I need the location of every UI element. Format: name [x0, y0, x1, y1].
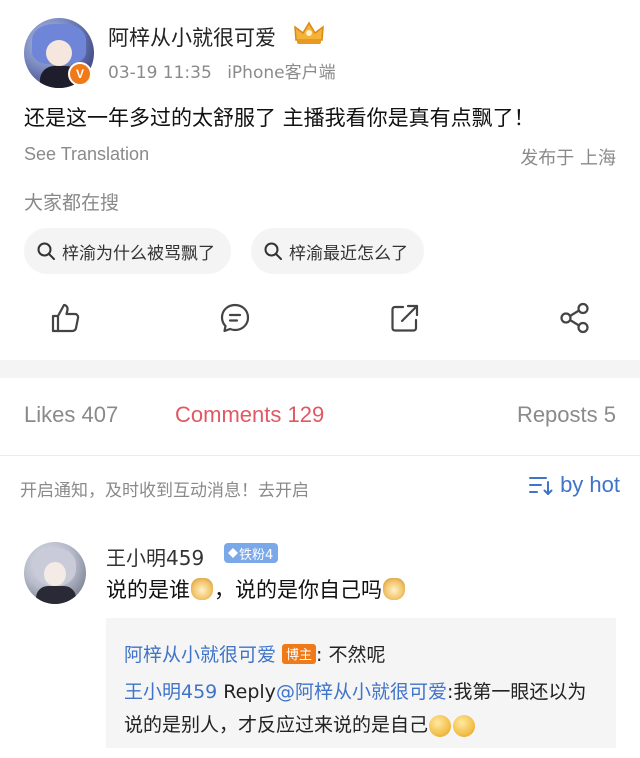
sort-label: by hot [560, 472, 620, 497]
doge-emoji-icon [191, 578, 213, 600]
reply-author[interactable]: 王小明459 [124, 681, 217, 703]
post-client: iPhone客户端 [227, 63, 336, 83]
fan-badge-label: 铁粉4 [239, 547, 274, 563]
post-action-bar [0, 300, 640, 340]
notification-prompt[interactable]: 开启通知，及时收到互动消息！去开启 [20, 476, 309, 501]
search-chip-label: 梓渝最近怎么了 [289, 243, 408, 264]
tab-reposts[interactable]: Reposts 5 [517, 402, 616, 428]
fan-badge: 铁粉4 [224, 543, 279, 563]
trending-search-label: 大家都在搜 [24, 192, 120, 214]
reply-item[interactable]: 阿梓从小就很可爱 博主 : 不然呢 [124, 640, 385, 667]
search-icon [37, 242, 55, 260]
reply-word: Reply [217, 681, 276, 703]
sort-by-hot-button[interactable]: by hot [528, 472, 620, 498]
share-network-icon[interactable] [557, 300, 593, 336]
tab-comments[interactable]: Comments 129 [175, 402, 324, 428]
doge-emoji-icon [383, 578, 405, 600]
smile-emoji-icon [453, 714, 476, 737]
kiss-emoji-icon [429, 714, 452, 737]
search-chip[interactable]: 梓渝为什么被骂飘了 [24, 228, 231, 274]
commenter-avatar[interactable] [24, 542, 86, 604]
crown-icon [294, 21, 324, 44]
section-divider [0, 360, 640, 378]
post-location: 发布于 上海 [520, 148, 616, 169]
see-translation-link[interactable]: See Translation [24, 144, 149, 165]
comment-text-part: ，说的是你自己吗 [214, 578, 382, 602]
verified-badge: V [68, 62, 92, 86]
repost-icon[interactable] [387, 300, 423, 336]
comment-text: 说的是谁 ，说的是你自己吗 [106, 574, 406, 604]
reply-text: : 不然呢 [316, 644, 386, 666]
reply-item[interactable]: 王小明459 Reply@阿梓从小就很可爱:我第一眼还以为说的是别人，才反应过来… [124, 676, 594, 742]
author-name[interactable]: 阿梓从小就很可爱 [108, 22, 276, 52]
reply-author[interactable]: 阿梓从小就很可爱 [124, 640, 276, 667]
post-meta: 03-19 11:35 iPhone客户端 [108, 58, 346, 83]
tab-divider [0, 455, 640, 456]
thumbs-up-icon[interactable] [47, 300, 83, 336]
search-chip-label: 梓渝为什么被骂飘了 [62, 243, 215, 264]
post-time: 03-19 11:35 [108, 63, 212, 83]
diamond-icon [228, 548, 238, 558]
author-badge: 博主 [282, 643, 317, 664]
reply-mention[interactable]: @阿梓从小就很可爱 [276, 681, 447, 703]
search-chip[interactable]: 梓渝最近怎么了 [251, 228, 424, 274]
commenter-name[interactable]: 王小明459 [106, 542, 204, 571]
sort-icon [529, 477, 553, 495]
comment-icon[interactable] [217, 300, 253, 336]
comment-text-part: 说的是谁 [106, 578, 190, 602]
search-icon [264, 242, 282, 260]
tab-likes[interactable]: Likes 407 [24, 402, 118, 428]
post-text: 还是这一年多过的太舒服了 主播我看你是真有点飘了！ [24, 106, 535, 130]
